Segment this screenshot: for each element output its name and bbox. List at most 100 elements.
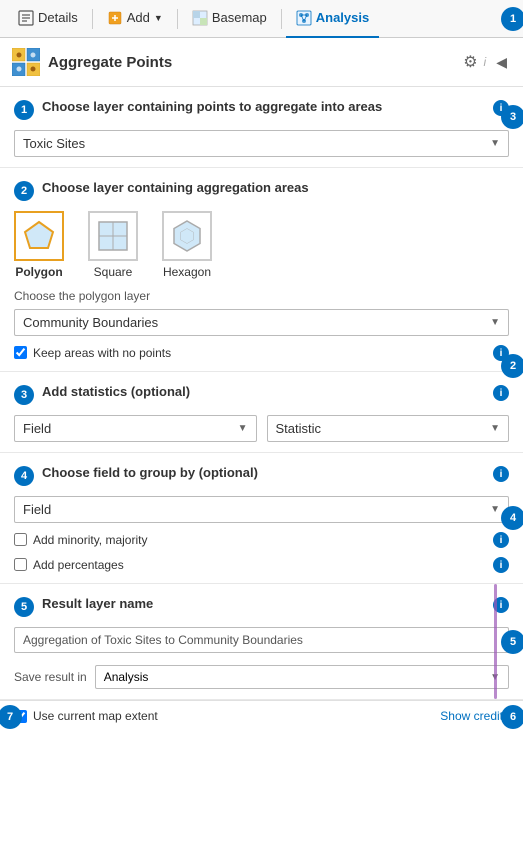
step3-dropdowns-row: Field ▼ Statistic ▼ xyxy=(14,415,509,442)
step3-header: 3 Add statistics (optional) i xyxy=(14,384,509,405)
nav-divider-1 xyxy=(92,9,93,29)
step3-statistic-arrow: ▼ xyxy=(490,423,500,434)
polygon-icon-container xyxy=(14,211,64,261)
step3-statistic-dropdown[interactable]: Statistic ▼ xyxy=(267,415,510,442)
step2-label: Choose layer containing aggregation area… xyxy=(42,180,509,195)
step3-info-icon[interactable]: i xyxy=(493,385,509,401)
nav-details[interactable]: Details xyxy=(8,0,88,38)
step4-info-icon-2[interactable]: i xyxy=(493,557,509,573)
nav-add[interactable]: Add ▼ xyxy=(97,0,173,38)
step3-statistic-value: Statistic xyxy=(276,421,322,436)
save-dropdown-value: Analysis xyxy=(104,670,149,684)
add-minority-checkbox[interactable] xyxy=(14,533,27,546)
aggregate-points-icon xyxy=(12,48,40,76)
step1-dropdown-value: Toxic Sites xyxy=(23,136,85,151)
use-extent-label: Use current map extent xyxy=(33,709,158,723)
nav-add-label: Add xyxy=(127,10,150,25)
hexagon-icon-container xyxy=(162,211,212,261)
step3-badge: 3 xyxy=(14,385,34,405)
add-icon xyxy=(107,10,123,26)
step1-dropdown-arrow: ▼ xyxy=(490,138,500,149)
step5-header: 5 Result layer name i xyxy=(14,596,509,617)
square-label: Square xyxy=(94,265,133,279)
app-wrapper: Details Add ▼ Basemap xyxy=(0,0,523,731)
hexagon-label: Hexagon xyxy=(163,265,211,279)
step4-checkbox1-row: Add minority, majority i xyxy=(14,531,509,548)
step1-label: Choose layer containing points to aggreg… xyxy=(42,99,485,114)
step2-badge: 2 xyxy=(14,181,34,201)
step2-header: 2 Choose layer containing aggregation ar… xyxy=(14,180,509,201)
outer-badge-5[interactable]: 5 xyxy=(501,630,523,654)
outer-badge-2[interactable]: 2 xyxy=(501,354,523,378)
nav-analysis-label: Analysis xyxy=(316,10,369,25)
agg-option-polygon[interactable]: Polygon xyxy=(14,211,64,279)
step5-badge: 5 xyxy=(14,597,34,617)
agg-options: Polygon Square xyxy=(14,211,509,279)
step1-badge: 1 xyxy=(14,100,34,120)
step3-field-arrow: ▼ xyxy=(238,423,248,434)
back-button[interactable]: ◀ xyxy=(492,52,511,73)
save-row: Save result in Analysis ▼ xyxy=(14,665,509,689)
step4-field-dropdown[interactable]: Field ▼ xyxy=(14,496,509,523)
outer-badge-4[interactable]: 4 xyxy=(501,506,523,530)
outer-badge-1[interactable]: 1 xyxy=(501,7,523,31)
add-percentages-checkbox[interactable] xyxy=(14,558,27,571)
add-percentages-label: Add percentages xyxy=(33,558,124,572)
analysis-icon xyxy=(296,10,312,26)
step2-checkbox-row: Keep areas with no points i xyxy=(14,344,509,361)
step3-field-dropdown[interactable]: Field ▼ xyxy=(14,415,257,442)
settings-button[interactable]: ⚙ xyxy=(463,52,477,72)
panel-title-row: Aggregate Points xyxy=(12,48,172,76)
step4-info-icon-1[interactable]: i xyxy=(493,532,509,548)
agg-option-square[interactable]: Square xyxy=(88,211,138,279)
step4-field-value: Field xyxy=(23,502,51,517)
agg-option-hexagon[interactable]: Hexagon xyxy=(162,211,212,279)
step1-header: 1 Choose layer containing points to aggr… xyxy=(14,99,509,120)
step2-sub-label: Choose the polygon layer xyxy=(14,289,509,303)
nav-add-arrow: ▼ xyxy=(154,13,163,23)
square-icon-container xyxy=(88,211,138,261)
step5-section: 5 Result layer name i Save result in Ana… xyxy=(0,584,523,700)
nav-analysis[interactable]: Analysis xyxy=(286,0,379,38)
step4-label: Choose field to group by (optional) xyxy=(42,465,485,480)
nav-divider-3 xyxy=(281,9,282,29)
details-icon xyxy=(18,10,34,26)
outer-badge-6[interactable]: 6 xyxy=(501,705,523,729)
step1-layer-dropdown[interactable]: Toxic Sites ▼ xyxy=(14,130,509,157)
top-nav: Details Add ▼ Basemap xyxy=(0,0,523,38)
nav-divider-2 xyxy=(177,9,178,29)
outer-badge-3[interactable]: 3 xyxy=(501,105,523,129)
panel-actions: ⚙ i ◀ xyxy=(463,52,511,73)
polygon-label: Polygon xyxy=(15,265,62,279)
step3-section: 3 Add statistics (optional) i Field ▼ St… xyxy=(0,372,523,453)
hexagon-shape-icon xyxy=(169,218,205,254)
add-minority-label: Add minority, majority xyxy=(33,533,147,547)
panel-header: Aggregate Points ⚙ i ◀ 2 xyxy=(0,38,523,87)
nav-basemap-label: Basemap xyxy=(212,10,267,25)
step3-label: Add statistics (optional) xyxy=(42,384,485,399)
nav-basemap[interactable]: Basemap xyxy=(182,0,277,38)
header-info-icon[interactable]: i xyxy=(484,55,487,69)
result-name-input[interactable] xyxy=(14,627,509,653)
step2-section: 2 Choose layer containing aggregation ar… xyxy=(0,168,523,372)
outer-badge-7[interactable]: 7 xyxy=(0,705,22,729)
bottom-bar: Use current map extent Show credits 6 7 xyxy=(0,700,523,731)
basemap-icon xyxy=(192,10,208,26)
show-credits-link[interactable]: Show credits xyxy=(440,709,509,723)
save-result-label: Save result in xyxy=(14,670,87,684)
line-indicator-5 xyxy=(494,584,497,699)
use-extent-row: Use current map extent xyxy=(14,709,158,723)
panel-title: Aggregate Points xyxy=(48,54,172,71)
keep-areas-label: Keep areas with no points xyxy=(33,346,171,360)
step1-section: 1 Choose layer containing points to aggr… xyxy=(0,87,523,168)
save-result-dropdown[interactable]: Analysis ▼ xyxy=(95,665,509,689)
keep-areas-checkbox[interactable] xyxy=(14,346,27,359)
polygon-shape-icon xyxy=(21,218,57,254)
step4-info-icon[interactable]: i xyxy=(493,466,509,482)
square-shape-icon xyxy=(95,218,131,254)
step2-layer-dropdown[interactable]: Community Boundaries ▼ xyxy=(14,309,509,336)
step2-dropdown-value: Community Boundaries xyxy=(23,315,158,330)
step4-badge: 4 xyxy=(14,466,34,486)
nav-details-label: Details xyxy=(38,10,78,25)
step4-field-arrow: ▼ xyxy=(490,504,500,515)
